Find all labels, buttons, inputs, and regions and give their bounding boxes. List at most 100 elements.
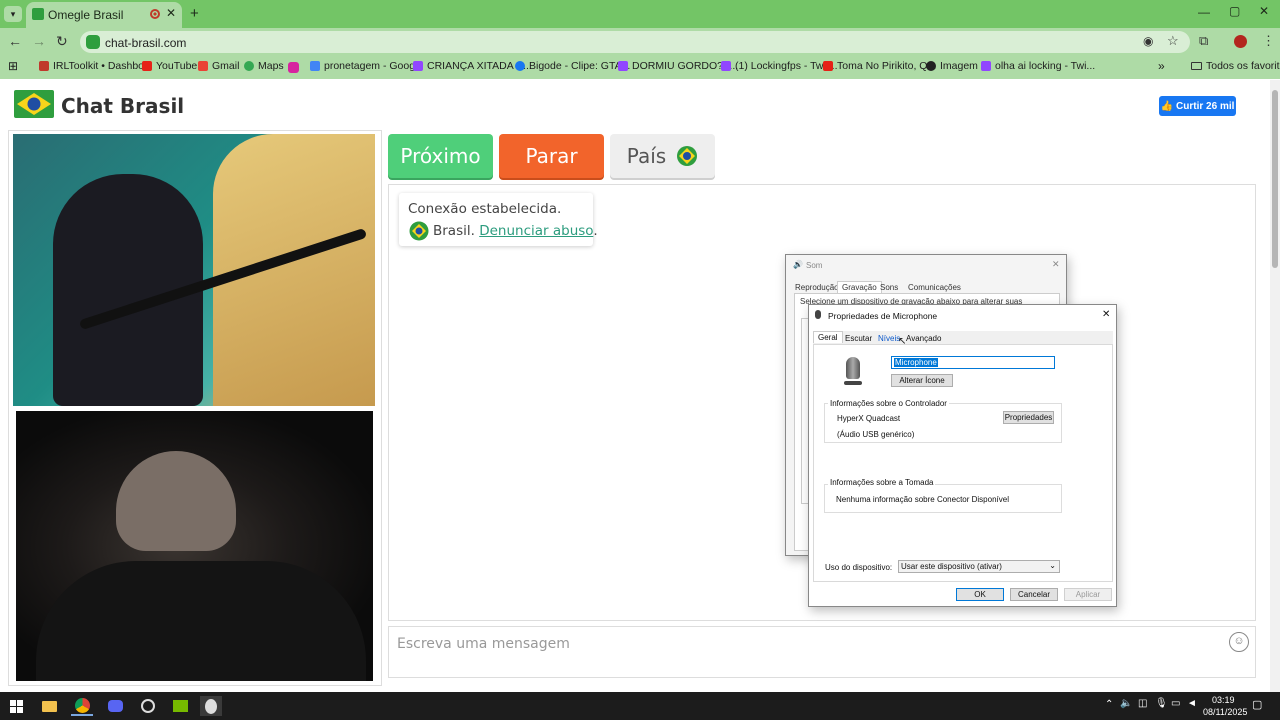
video-figure [36, 561, 366, 681]
brazil-flag-logo-icon [14, 90, 54, 118]
bookmark-item[interactable]: YouTube [142, 60, 197, 72]
controller-properties-button[interactable]: Propriedades [1003, 411, 1054, 424]
microphone-tray-icon[interactable]: 🎙 [1155, 698, 1168, 709]
usage-select[interactable]: Usar este dispositivo (ativar) ⌄ [898, 560, 1060, 573]
emoji-icon[interactable]: ☺ [1229, 632, 1249, 652]
bookmark-item[interactable]: Toma No Pirikito, Q... [823, 60, 936, 72]
more-bookmarks-icon[interactable]: » [1158, 59, 1165, 73]
tab-advanced[interactable]: Avançado [906, 334, 941, 343]
device-name-value: Microphone [894, 358, 938, 367]
brazil-flag-icon [677, 146, 698, 166]
change-icon-button[interactable]: Alterar Ícone [891, 374, 953, 387]
file-explorer-button[interactable] [38, 696, 60, 716]
like-label: Curtir 26 mil [1176, 100, 1235, 112]
notifications-icon[interactable]: ▢ [1252, 698, 1262, 711]
youtube-icon [823, 61, 833, 71]
report-abuse-link[interactable]: Denunciar abuso [479, 223, 593, 239]
bookmark-label: Toma No Pirikito, Q... [837, 60, 937, 72]
scrollbar-thumb[interactable] [1272, 90, 1278, 268]
stranger-video [13, 134, 375, 406]
country-button[interactable]: País [610, 134, 715, 178]
bookmark-item[interactable]: IRLToolkit • Dashbo... [39, 60, 153, 72]
tab-search-button[interactable]: ▾ [4, 6, 22, 22]
facebook-icon [515, 61, 525, 71]
bookmark-label: Maps [258, 60, 284, 72]
close-window-icon[interactable]: ✕ [1259, 4, 1269, 18]
network-icon[interactable]: ◫ [1138, 698, 1147, 709]
controller-name: HyperX Quadcast [837, 414, 901, 423]
tab-levels[interactable]: Níveis [878, 334, 900, 343]
profile-avatar[interactable] [1234, 35, 1247, 48]
sound-tab-recording[interactable]: Gravação [837, 281, 882, 293]
bookmark-item[interactable]: (1) Lockingfps - Twit... [721, 60, 838, 72]
speaker-icon: 🔊 [793, 260, 803, 269]
maximize-icon[interactable]: ▢ [1229, 4, 1240, 18]
bookmark-item[interactable]: Imagem [926, 60, 978, 72]
jack-info: Nenhuma informação sobre Conector Dispon… [836, 495, 1009, 504]
next-button[interactable]: Próximo [388, 134, 493, 178]
site-logo[interactable]: Chat Brasil [61, 94, 184, 118]
obs-button[interactable] [200, 696, 222, 716]
message-input[interactable]: Escreva uma mensagem ☺ [388, 626, 1256, 678]
controller-sub: (Áudio USB genérico) [837, 430, 915, 439]
tab-close-icon[interactable]: ✕ [166, 6, 176, 20]
jack-group-label: Informações sobre a Tomada [828, 478, 936, 487]
obs-icon [205, 698, 217, 714]
sound-tab-sounds[interactable]: Sons [880, 283, 898, 292]
apps-icon[interactable]: ⊞ [8, 59, 18, 73]
clock-date[interactable]: 08/11/2025 [1203, 707, 1247, 717]
cancel-button[interactable]: Cancelar [1010, 588, 1058, 601]
tray-chevron-icon[interactable]: ⌃ [1105, 699, 1113, 710]
back-icon[interactable]: ← [8, 33, 22, 49]
mic-close-icon[interactable]: ✕ [1102, 309, 1110, 320]
reload-icon[interactable]: ↻ [56, 33, 68, 50]
usage-value: Usar este dispositivo (ativar) [901, 562, 1002, 571]
browser-tab[interactable]: Omegle Brasil ✕ [26, 2, 182, 28]
stop-button[interactable]: Parar [499, 134, 604, 178]
sound-tab-playback[interactable]: Reprodução [795, 283, 839, 292]
bookmark-item[interactable]: Gmail [198, 60, 239, 72]
globe-icon [926, 61, 936, 71]
display-icon[interactable]: ▭ [1171, 698, 1180, 709]
minimize-icon[interactable]: — [1198, 5, 1210, 19]
extensions-icon[interactable]: ⧉ [1199, 33, 1208, 49]
controller-group-label: Informações sobre o Controlador [828, 399, 949, 408]
status-country-line: Brasil. Denunciar abuso. [433, 223, 598, 239]
tab-favicon-icon [32, 8, 44, 20]
thumbs-up-icon: 👍 [1160, 100, 1174, 112]
all-bookmarks-folder[interactable]: Todos os favoritos [1191, 60, 1280, 72]
start-button[interactable] [5, 696, 27, 716]
bookmark-star-icon[interactable]: ☆ [1167, 33, 1179, 49]
gmail-icon [198, 61, 208, 71]
tab-general[interactable]: Geral [813, 331, 843, 343]
forward-icon[interactable]: → [32, 33, 46, 49]
eye-off-icon[interactable]: ◉ [1143, 34, 1153, 48]
apply-button[interactable]: Aplicar [1064, 588, 1112, 601]
bookmark-label: pronetagem - Goog... [324, 60, 424, 72]
bookmark-label: YouTube [156, 60, 198, 72]
app-button[interactable] [137, 696, 159, 716]
site-info-icon[interactable] [86, 35, 100, 49]
chrome-button[interactable] [71, 696, 93, 716]
address-bar[interactable]: chat-brasil.com ◉ ☆ [80, 31, 1190, 53]
clock-time[interactable]: 03:19 [1212, 695, 1235, 705]
chrome-icon [74, 697, 90, 713]
volume-icon[interactable]: 🔈 [1120, 698, 1132, 709]
facebook-like-button[interactable]: 👍 Curtir 26 mil [1159, 96, 1236, 116]
instagram-icon[interactable] [288, 62, 299, 73]
menu-icon[interactable]: ⋮ [1262, 33, 1275, 49]
bookmark-item[interactable]: Bigode - Clipe: GTA... [515, 60, 630, 72]
bookmark-item[interactable]: pronetagem - Goog... [310, 60, 424, 72]
sound-tab-communications[interactable]: Comunicações [908, 283, 961, 292]
bookmark-label: Bigode - Clipe: GTA... [529, 60, 631, 72]
discord-button[interactable] [104, 696, 126, 716]
sound-close-icon[interactable]: ✕ [1052, 259, 1060, 270]
new-tab-icon[interactable]: + [190, 5, 199, 22]
nvidia-button[interactable] [169, 696, 191, 716]
tab-listen[interactable]: Escutar [845, 334, 872, 343]
ok-button[interactable]: OK [956, 588, 1004, 601]
bookmark-item[interactable]: Maps [244, 60, 284, 72]
speaker-tray-icon[interactable]: ◄ [1187, 698, 1197, 709]
bookmark-item[interactable]: olha ai locking - Twi... [981, 60, 1095, 72]
device-name-field[interactable]: Microphone [891, 356, 1055, 369]
